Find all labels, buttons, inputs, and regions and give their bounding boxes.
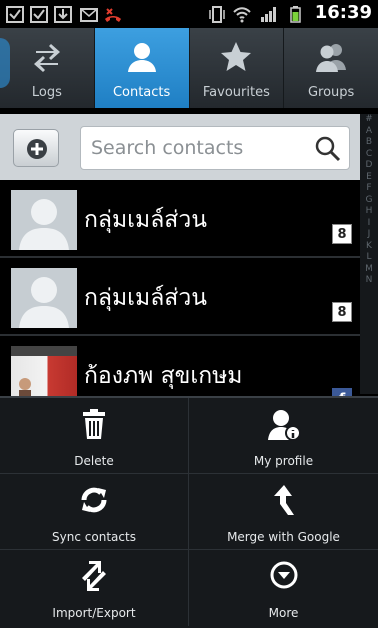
wifi-icon [233,7,251,23]
edge-glow [0,38,10,88]
index-letter[interactable]: H [360,206,378,218]
my-profile-button[interactable]: My profile [189,398,378,474]
search-bar: Search contacts [0,114,360,180]
tab-groups-label: Groups [307,85,355,100]
tab-favourites[interactable]: Favourites [190,28,285,108]
missed-call-icon [105,8,121,22]
list-item[interactable]: กลุ่มเมล์ส่วน 8 [0,180,360,258]
index-letter[interactable]: # [360,114,378,126]
index-letter[interactable]: L [360,252,378,264]
index-letter[interactable]: M [360,264,378,276]
list-item[interactable]: กลุ่มเมล์ส่วน 8 [0,258,360,336]
tab-logs[interactable]: Logs [0,28,95,108]
index-letter[interactable]: A [360,126,378,138]
plus-circle-icon [27,139,47,159]
search-placeholder: Search contacts [91,137,244,159]
tab-logs-label: Logs [31,85,62,100]
more-button[interactable]: More [189,550,378,626]
index-letter[interactable]: I [360,218,378,230]
index-letter[interactable]: D [360,160,378,172]
delete-label: Delete [74,454,114,468]
avatar [11,190,77,250]
add-contact-button[interactable] [13,129,59,167]
clock: 16:39 [314,2,372,23]
index-letter[interactable]: C [360,149,378,161]
tab-favourites-label: Favourites [202,85,270,100]
avatar [11,268,77,328]
alphabet-index[interactable]: # A B C D E F G H I J K L M N [360,114,378,394]
options-menu: Delete My profile Sync contacts Merge wi… [0,396,378,628]
index-letter[interactable]: B [360,137,378,149]
my-profile-label: My profile [253,454,314,468]
import-export-button[interactable]: Import/Export [0,550,189,626]
search-input[interactable]: Search contacts [80,126,350,170]
status-bar: 16:39 [0,0,378,28]
signal-icon [261,7,276,22]
logs-icon [33,44,60,72]
group-icon [316,44,347,72]
index-letter[interactable]: N [360,275,378,287]
index-letter[interactable]: K [360,241,378,253]
tab-groups[interactable]: Groups [284,28,378,108]
profile-info-icon [267,410,301,441]
chevron-down-circle-icon [270,561,297,589]
tab-contacts[interactable]: Contacts [94,28,190,108]
import-export-label: Import/Export [52,606,136,620]
delete-button[interactable]: Delete [0,398,189,474]
merge-arrow-icon [273,485,294,515]
sync-contacts-label: Sync contacts [52,530,136,544]
contact-list: กลุ่มเมล์ส่วน 8 กลุ่มเมล์ส่วน 8 ก้องภพ ส… [0,180,360,414]
battery-icon [290,6,301,23]
trash-icon [83,409,105,439]
search-icon[interactable] [315,136,341,162]
vibrate-icon [209,6,225,23]
checkbox-notification-icon [30,6,48,23]
tab-bar: Logs Contacts Favourites Groups [0,28,378,108]
more-label: More [268,606,299,620]
index-letter[interactable]: G [360,195,378,207]
download-notification-icon [54,6,72,23]
google-account-icon: 8 [332,224,352,244]
contact-name: กลุ่มเมล์ส่วน [84,285,207,311]
contact-name: กลุ่มเมล์ส่วน [84,207,207,233]
merge-with-google-label: Merge with Google [227,530,340,544]
star-icon [221,42,252,71]
import-export-icon [82,561,106,591]
tab-contacts-label: Contacts [112,85,171,100]
index-letter[interactable]: F [360,183,378,195]
google-account-icon: 8 [332,302,352,322]
sync-contacts-button[interactable]: Sync contacts [0,474,189,550]
contact-person-icon [127,43,156,72]
sync-icon [81,487,107,513]
index-letter[interactable]: J [360,229,378,241]
merge-with-google-button[interactable]: Merge with Google [189,474,378,550]
checkbox-notification-icon [6,6,24,23]
contact-name: ก้องภพ สุขเกษม [84,363,243,389]
index-letter[interactable]: E [360,172,378,184]
email-notification-icon [80,8,98,22]
